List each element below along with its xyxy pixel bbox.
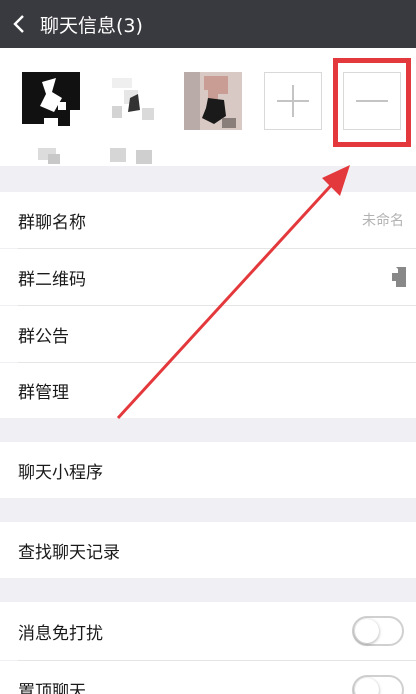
mute-cell: 消息免打扰 [0,602,416,660]
member-avatar[interactable] [184,72,242,130]
top-bar: 聊天信息(3) [0,0,416,48]
group-qr-cell[interactable]: 群二维码 [0,249,416,305]
search-history-label: 查找聊天记录 [18,542,120,563]
toggle-knob [355,619,379,643]
page-title: 聊天信息(3) [40,14,143,37]
avatar-image [106,72,164,130]
member-avatar[interactable] [106,72,164,130]
toggle-knob [355,678,379,694]
mute-label: 消息免打扰 [18,623,103,644]
highlight-box [333,58,411,147]
group-qr-label: 群二维码 [18,269,86,290]
qr-code-icon [392,267,406,287]
group-name-label: 群聊名称 [18,212,86,233]
member-avatar[interactable] [22,72,80,130]
group-manage-cell[interactable]: 群管理 [0,363,416,418]
avatar-image [184,72,242,130]
group-name-value: 未命名 [362,213,404,229]
group-manage-label: 群管理 [18,383,69,403]
search-history-cell[interactable]: 查找聊天记录 [0,522,416,578]
add-member-button[interactable] [264,72,322,130]
chevron-left-icon [13,15,24,33]
pin-cell: 置顶聊天 [0,661,416,694]
avatar-blur [38,148,60,164]
group-notice-label: 群公告 [18,326,69,347]
avatar-blur [110,148,152,164]
mute-toggle[interactable] [352,616,404,646]
pin-toggle[interactable] [352,675,404,694]
mini-program-cell[interactable]: 聊天小程序 [0,442,416,498]
avatar-image [22,72,80,130]
pin-label: 置顶聊天 [18,682,86,694]
plus-icon [277,85,309,117]
mini-program-label: 聊天小程序 [18,462,103,483]
back-button[interactable] [0,0,38,48]
group-notice-cell[interactable]: 群公告 [0,306,416,362]
group-name-cell[interactable]: 群聊名称 未命名 [0,192,416,248]
